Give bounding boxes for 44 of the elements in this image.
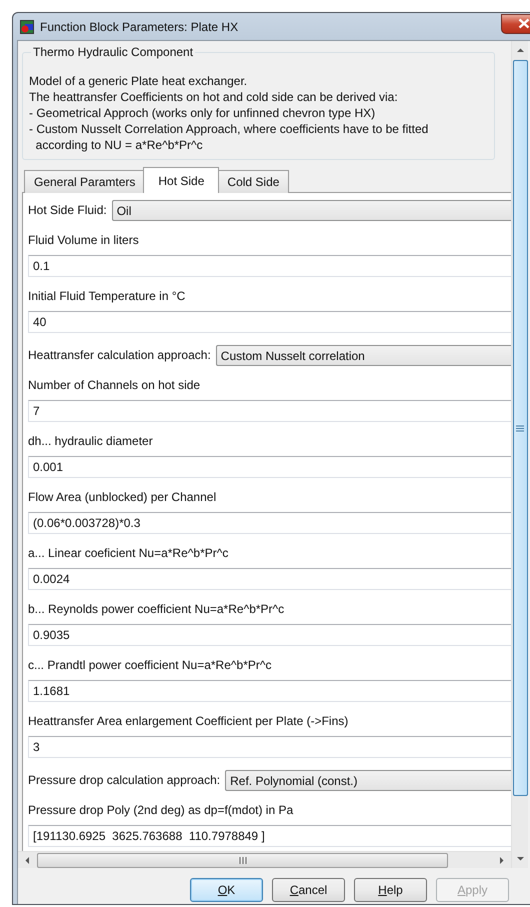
dialog-button: Apply bbox=[436, 878, 509, 902]
field-label: Number of Channels on hot side bbox=[28, 378, 202, 393]
field-label: Flow Area (unblocked) per Channel bbox=[28, 490, 218, 505]
scrollbar-thumb[interactable] bbox=[512, 60, 528, 796]
input-field[interactable]: 0.001 bbox=[28, 456, 511, 478]
vertical-scrollbar[interactable] bbox=[511, 41, 528, 868]
grip-icon bbox=[238, 856, 246, 864]
field-label: Pressure drop calculation approach: bbox=[28, 773, 220, 788]
field-label: Hot Side Fluid: bbox=[28, 203, 107, 218]
description-text: Model of a generic Plate heat exchanger. The heattransfer Coefficients on hot and cold side can be derived via: - Geometrical Approch (works only for unfinned chevron type HX) - Custom Nusselt Correlation Approach, where coefficients have to be fitted according to NU = a*Re^b*Pr^c bbox=[29, 73, 430, 153]
dropdown[interactable]: Ref. Polynomial (const.) bbox=[225, 770, 511, 791]
field-label: a... Linear coeficient Nu=a*Re^b*Pr^c bbox=[28, 546, 230, 561]
input-field[interactable]: 0.9035 bbox=[28, 624, 511, 646]
field-label: Pressure drop Poly (2nd deg) as dp=f(mdot) in Pa bbox=[28, 803, 294, 818]
field-label: Heattransfer calculation approach: bbox=[28, 348, 211, 363]
field-label: Heattransfer Area enlargement Coefficient per Plate (->Fins) bbox=[28, 714, 350, 729]
scrollbar-thumb[interactable] bbox=[37, 852, 448, 868]
dialog-button[interactable]: Help bbox=[354, 878, 427, 902]
field-label: b... Reynolds power coefficient Nu=a*Re^b*Pr^c bbox=[28, 602, 286, 617]
field-label: Fluid Volume in liters bbox=[28, 233, 140, 248]
field-label: Initial Fluid Temperature in °C bbox=[28, 289, 186, 304]
dialog-button[interactable]: Cancel bbox=[272, 878, 345, 902]
group-title: Thermo Hydraulic Component bbox=[32, 45, 194, 59]
input-field[interactable]: 1.1681 bbox=[28, 680, 511, 702]
input-field[interactable]: 0.0024 bbox=[28, 568, 511, 590]
dropdown[interactable]: Oil bbox=[112, 200, 511, 221]
field-label: c... Prandtl power coefficient Nu=a*Re^b*Pr^c bbox=[28, 658, 272, 673]
input-field[interactable]: 7 bbox=[28, 400, 511, 422]
block-icon bbox=[20, 20, 34, 34]
input-field[interactable]: [191130.6925 3625.763688 110.7978849 ] bbox=[28, 825, 511, 847]
input-field[interactable]: 3 bbox=[28, 736, 511, 758]
window-title: Function Block Parameters: Plate HX bbox=[40, 20, 238, 34]
dropdown[interactable]: Custom Nusselt correlation bbox=[216, 345, 511, 366]
horizontal-scrollbar[interactable] bbox=[18, 851, 511, 868]
field-label: dh... hydraulic diameter bbox=[28, 434, 154, 449]
input-field[interactable]: 40 bbox=[28, 311, 511, 333]
tab[interactable]: Hot Side bbox=[143, 167, 220, 193]
dialog-button[interactable]: OK bbox=[190, 878, 263, 902]
tab[interactable]: Cold Side bbox=[217, 170, 290, 193]
tab[interactable]: General Paramters bbox=[24, 170, 146, 193]
close-icon bbox=[518, 18, 530, 29]
input-field[interactable]: (0.06*0.003728)*0.3 bbox=[28, 512, 511, 534]
grip-icon bbox=[516, 424, 524, 432]
input-field[interactable]: 0.1 bbox=[28, 255, 511, 277]
